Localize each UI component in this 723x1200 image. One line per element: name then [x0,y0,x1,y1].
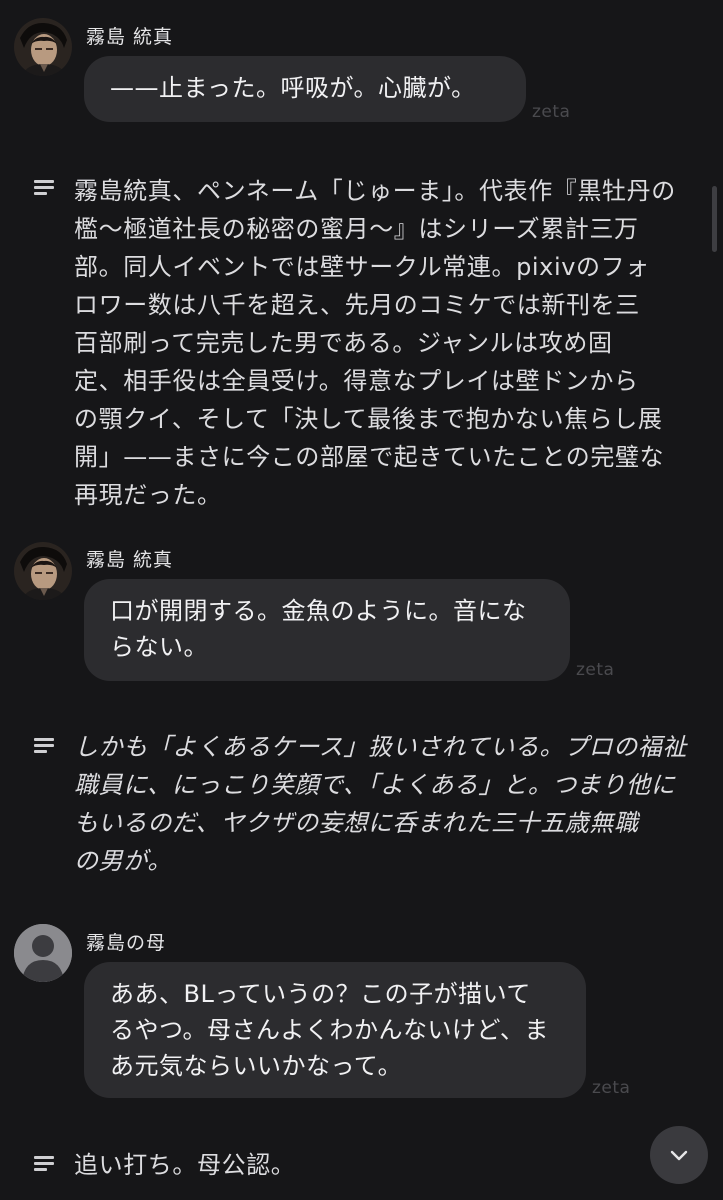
character-portrait-icon [14,18,72,76]
message-line: 口が開閉する。金魚のように。音にな [110,597,527,625]
scrollbar-thumb[interactable] [712,186,717,252]
narration-line: 定、相手役は全員受け。得意なプレイは壁ドンから [74,367,639,395]
message-line: あ元気ならいいかなって。 [110,1052,403,1080]
scroll-to-bottom-button[interactable] [650,1126,708,1184]
default-user-icon [14,924,72,982]
narration-line: 追い打ち。母公認。 [74,1151,296,1179]
narration-line: 再現だった。 [74,481,222,509]
message-line: ——止まった。呼吸が。心臓が。 [110,74,476,102]
message-line: るやつ。母さんよくわかんないけど、ま [110,1016,549,1044]
narration-text: 霧島統真、ペンネーム「じゅーま」。代表作『黒牡丹の 檻～極道社長の秘密の蜜月～』… [74,172,694,514]
character-avatar[interactable] [14,542,72,600]
sender-name: 霧島 統真 [86,26,174,48]
text-lines-icon [34,1156,54,1172]
sender-name: 霧島の母 [86,932,167,954]
message-bubble[interactable]: 口が開閉する。金魚のように。音にな らない。 [84,579,570,681]
zeta-watermark: zeta [592,1078,631,1098]
narration-line: しかも「よくあるケース」扱いされている。プロの福祉 [74,733,688,761]
chevron-down-icon [670,1150,688,1161]
narration-line: 職員に、にっこり笑顔で、「よくある」と。つまり他に [74,771,676,799]
narration-line: の顎クイ、そして「決して最後まで抱かない焦らし展 [74,405,663,433]
narration-line: 部。同人イベントでは壁サークル常連。pixivのフォ [74,253,650,281]
message-line: らない。 [110,633,208,661]
zeta-watermark: zeta [576,660,615,680]
message-bubble[interactable]: ああ、BLっていうの？この子が描いて るやつ。母さんよくわかんないけど、ま あ元… [84,962,586,1098]
narration-line: の男が。 [74,847,172,875]
narration-line: 檻～極道社長の秘密の蜜月～』はシリーズ累計三万 [74,215,639,243]
narration-line: もいるのだ、ヤクザの妄想に呑まれた三十五歳無職 [74,809,639,837]
narration-text: しかも「よくあるケース」扱いされている。プロの福祉 職員に、にっこり笑顔で、「よ… [74,728,694,880]
chat-screen: 霧島 統真 ——止まった。呼吸が。心臓が。 zeta 霧島統真、ペンネーム「じゅ… [0,0,723,1200]
text-lines-icon [34,180,54,196]
character-portrait-icon [14,542,72,600]
text-lines-icon [34,738,54,754]
zeta-watermark: zeta [532,102,571,122]
narration-line: ロワー数は八千を超え、先月のコミケでは新刊を三 [74,291,640,319]
sender-name: 霧島 統真 [86,549,174,571]
character-avatar[interactable] [14,18,72,76]
narration-text: 追い打ち。母公認。 [74,1146,694,1184]
narration-line: 百部刷って完売した男である。ジャンルは攻め固 [74,329,613,357]
message-bubble[interactable]: ——止まった。呼吸が。心臓が。 [84,56,526,122]
narration-line: 開」——まさに今この部屋で起きていたことの完璧な [74,443,665,471]
narration-line: 霧島統真、ペンネーム「じゅーま」。代表作『黒牡丹の [74,177,676,205]
message-line: ああ、BLっていうの？この子が描いて [110,980,531,1008]
user-avatar[interactable] [14,924,72,982]
